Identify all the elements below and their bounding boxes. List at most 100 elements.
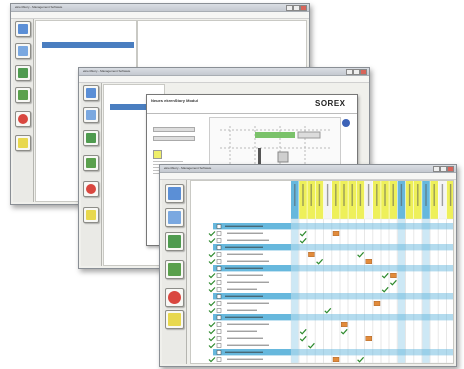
door-icon-button[interactable] [15,21,31,37]
tree-item-label[interactable] [227,337,263,339]
column-body [397,218,406,363]
expand-toggle[interactable] [216,245,222,250]
tree-item-label[interactable] [227,309,257,311]
minimize-button[interactable] [433,166,440,172]
maximize-button[interactable] [440,166,447,172]
door-icon-button[interactable] [165,184,184,203]
report-icon-button[interactable] [83,207,99,223]
power-icon-button[interactable] [83,181,99,197]
report-icon [18,138,28,148]
tree-group-label [225,225,263,227]
column-body [438,218,447,363]
calendar-icon [168,263,181,276]
person-icon-button[interactable] [165,232,184,251]
row-checkbox[interactable] [216,259,222,264]
expand-toggle[interactable] [216,315,222,320]
time-profile-icon[interactable] [390,272,397,278]
maximize-button[interactable] [353,69,360,75]
time-profile-icon[interactable] [308,251,315,257]
door-icon-button[interactable] [83,85,99,101]
row-checkbox[interactable] [216,329,222,334]
column-body [430,218,439,363]
door-keys-icon-button[interactable] [83,107,99,123]
expand-toggle[interactable] [216,266,222,271]
row-checkbox[interactable] [216,273,222,278]
tree-item-label[interactable] [227,302,269,304]
calendar-icon-button[interactable] [165,260,184,279]
column-header-label [433,184,435,206]
row-checkbox[interactable] [216,252,222,257]
window-back-titlebar: ekrenStory - Management Software [11,4,309,12]
tree-item-label[interactable] [227,323,269,325]
row-checkbox[interactable] [216,280,222,285]
close-button[interactable] [300,5,307,11]
power-icon [168,291,181,304]
time-profile-icon[interactable] [332,231,340,237]
slider-track[interactable] [153,127,195,132]
row-checkbox[interactable] [216,238,222,243]
expand-toggle[interactable] [216,224,222,229]
row-checkbox[interactable] [216,357,222,362]
person-icon-button[interactable] [15,65,31,81]
row-checkbox[interactable] [216,308,222,313]
person-check-icon [208,357,216,363]
calendar-icon [86,158,96,168]
tree-item-label[interactable] [227,330,257,332]
window-middle-toolbar [81,83,102,266]
minimize-button[interactable] [346,69,353,75]
access-matrix [190,180,454,364]
close-button[interactable] [447,166,454,172]
calendar-icon-button[interactable] [83,155,99,171]
report-icon-button[interactable] [165,310,184,329]
column-header-label [400,184,403,206]
person-check-icon [208,301,216,307]
row-checkbox[interactable] [216,301,222,306]
slider-track[interactable] [153,136,195,141]
row-checkbox[interactable] [216,287,222,292]
row-checkbox[interactable] [216,231,222,236]
row-checkbox[interactable] [216,343,222,348]
column-header-label [351,184,353,206]
door-keys-icon-button[interactable] [165,208,184,227]
power-icon-button[interactable] [15,111,31,127]
calendar-icon-button[interactable] [15,87,31,103]
expand-toggle[interactable] [216,294,222,299]
access-matrix-svg [208,181,453,363]
time-profile-icon[interactable] [365,335,373,341]
maximize-button[interactable] [293,5,300,11]
power-icon [86,184,96,194]
dialog-title: Neues ekrenStory Modul [151,98,198,103]
time-profile-icon[interactable] [340,321,348,327]
column-header-label [343,184,345,206]
tree-item-label[interactable] [227,358,263,360]
tree-item-label[interactable] [227,344,269,346]
close-button[interactable] [360,69,367,75]
tree-item-label[interactable] [227,274,263,276]
time-profile-icon[interactable] [365,258,373,264]
column-header-label [425,184,427,206]
tree-item-label[interactable] [227,232,263,234]
tree-group-label [225,267,263,269]
column-body [372,218,381,363]
tree-item-label[interactable] [227,253,263,255]
row-checkbox[interactable] [216,336,222,341]
option-swatch[interactable] [153,150,162,159]
row-checkbox[interactable] [216,322,222,327]
power-icon-button[interactable] [165,288,184,307]
expand-toggle[interactable] [216,350,222,355]
tree-item-label[interactable] [227,239,269,241]
minimize-button[interactable] [286,5,293,11]
help-icon[interactable] [342,119,350,127]
person-icon-button[interactable] [83,130,99,146]
tree-item-label[interactable] [227,288,257,290]
door-keys-icon-button[interactable] [15,43,31,59]
tree-item-label[interactable] [227,281,269,283]
report-icon-button[interactable] [15,135,31,151]
tree-item-label[interactable] [227,260,269,262]
tree-group-label [225,246,263,248]
time-profile-icon[interactable] [373,300,381,306]
time-profile-icon[interactable] [332,356,340,362]
person-check-icon [208,231,216,237]
tree-selection[interactable] [42,42,134,48]
person-check-icon [208,329,216,335]
